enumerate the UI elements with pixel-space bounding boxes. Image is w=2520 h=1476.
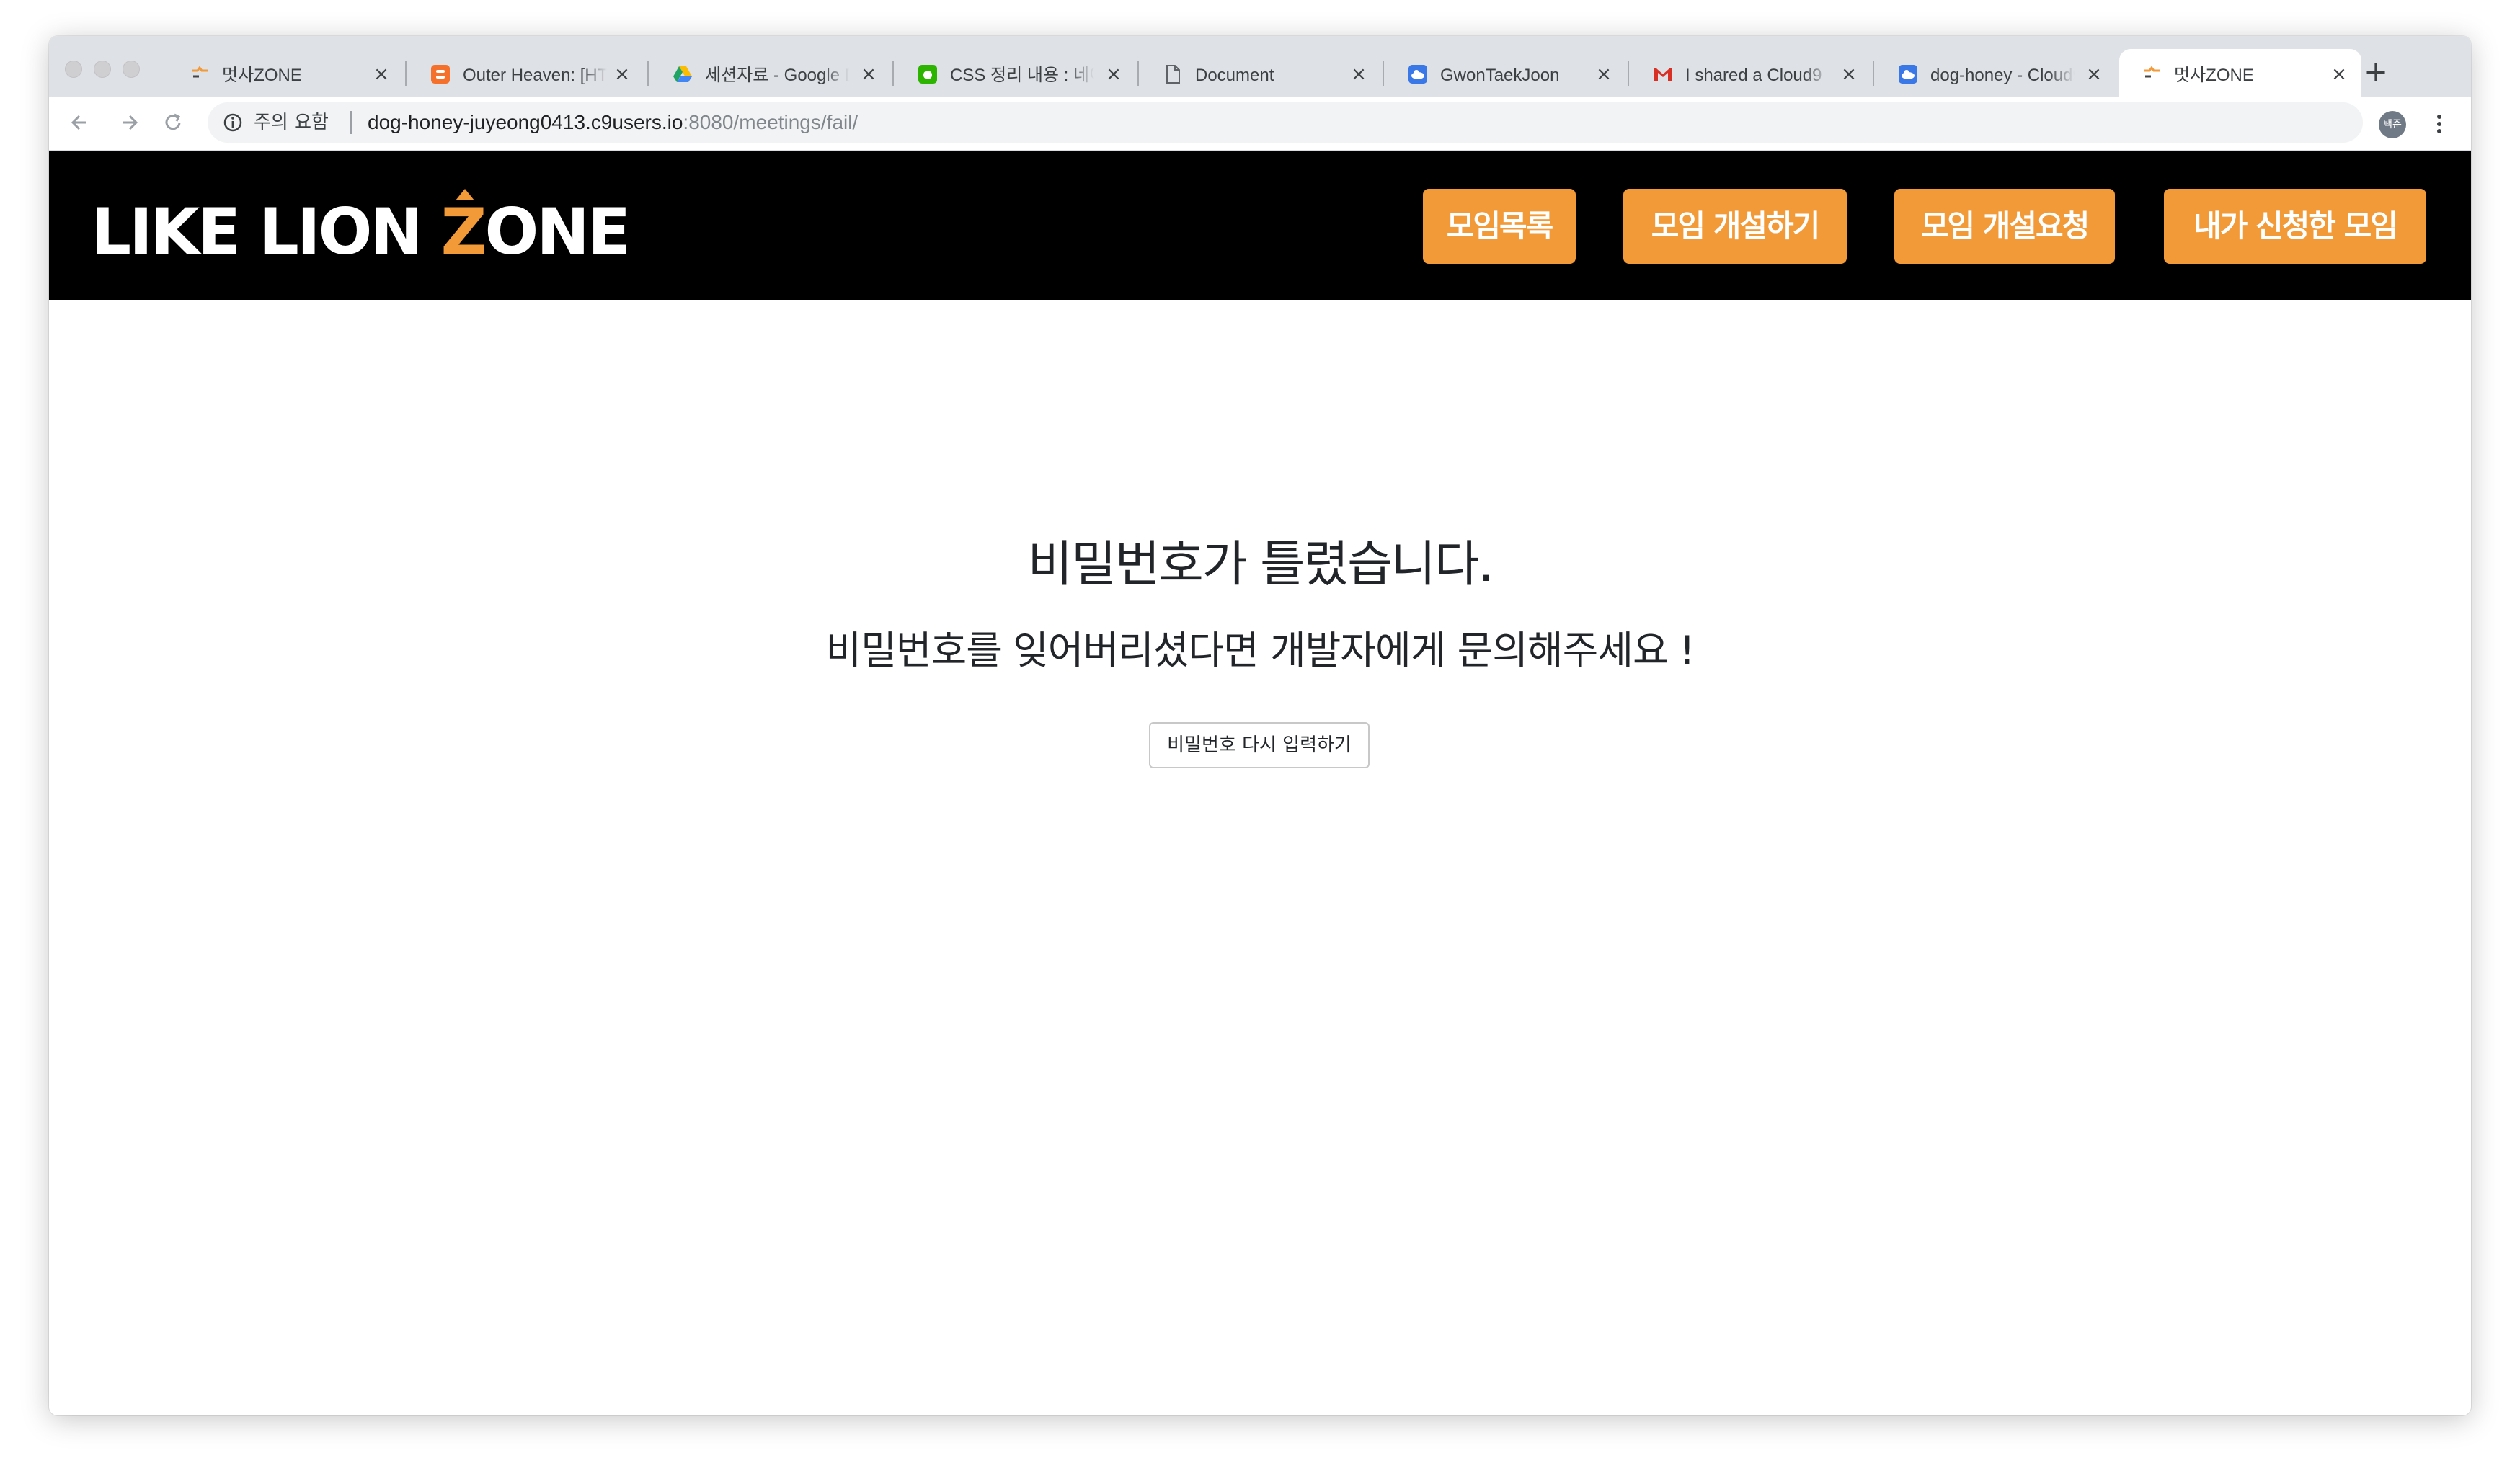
minimize-window-icon[interactable] <box>94 61 111 78</box>
tab-title: 멋사ZONE <box>222 66 302 85</box>
google-drive-favicon-icon <box>673 66 692 82</box>
tab-close-icon[interactable]: × <box>1838 63 1860 85</box>
error-subtitle: 비밀번호를 잊어버리셨다면 개발자에게 문의해주세요 ! <box>825 628 1695 673</box>
tab-title: CSS 정리 내용 : 네이버 <box>950 66 1094 85</box>
tab-divider <box>1383 61 1384 86</box>
blogger-favicon-icon <box>431 65 450 84</box>
nav-meeting-list[interactable]: 모임목록 <box>1423 189 1576 264</box>
tab-gwontaekjoon[interactable]: GwonTaekJoon × <box>1385 49 1626 97</box>
nav-my-meetings[interactable]: 내가 신청한 모임 <box>2164 189 2426 264</box>
new-tab-icon[interactable]: + <box>2361 58 2390 86</box>
logo-suffix: ONE <box>484 195 631 269</box>
security-warning[interactable]: 주의 요함 <box>254 110 329 135</box>
gmail-favicon-icon <box>1654 68 1672 81</box>
browser-window: 멋사ZONE × Outer Heaven: [HTML] × 세션자료 - G… <box>49 36 2471 1415</box>
omnibox-divider <box>350 111 352 134</box>
tab-outer-heaven[interactable]: Outer Heaven: [HTML] × <box>408 49 644 97</box>
tab-divider <box>405 61 407 86</box>
likelion-favicon-icon <box>192 66 208 78</box>
tab-divider <box>1628 61 1629 86</box>
tab-google-drive[interactable]: 세션자료 - Google Drive × <box>650 49 891 97</box>
logo-z-letter: Z <box>440 195 487 269</box>
tab-title: GwonTaekJoon <box>1440 66 1560 85</box>
nav-request-meeting[interactable]: 모임 개설요청 <box>1894 189 2115 264</box>
url-path: :8080/meetings/fail/ <box>683 111 859 133</box>
info-icon[interactable] <box>222 112 244 133</box>
back-arrow-icon[interactable] <box>65 107 97 138</box>
tab-title: Outer Heaven: [HTML] <box>463 66 607 85</box>
likelion-favicon-icon <box>2144 66 2160 78</box>
tab-strip: 멋사ZONE × Outer Heaven: [HTML] × 세션자료 - G… <box>49 36 2471 97</box>
site-logo[interactable]: LIKE LION ZONE <box>91 187 639 267</box>
reload-icon[interactable] <box>157 107 189 138</box>
document-favicon-icon <box>1166 65 1180 84</box>
tab-likelion-active[interactable]: 멋사ZONE × <box>2119 49 2361 97</box>
tab-close-icon[interactable]: × <box>2083 63 2105 85</box>
address-bar[interactable]: 주의 요함 dog-honey-juyeong0413.c9users.io:8… <box>208 102 2363 143</box>
tab-divider <box>1873 61 1874 86</box>
cloud9-favicon-icon <box>1408 65 1427 84</box>
tab-close-icon[interactable]: × <box>1348 63 1370 85</box>
tab-css-notes[interactable]: CSS 정리 내용 : 네이버 × <box>895 49 1136 97</box>
url-text[interactable]: dog-honey-juyeong0413.c9users.io:8080/me… <box>368 110 858 135</box>
tab-close-icon[interactable]: × <box>858 63 879 85</box>
tab-dog-honey[interactable]: dog-honey - Cloud9 × <box>1876 49 2116 97</box>
close-window-icon[interactable] <box>65 61 82 78</box>
tab-close-icon[interactable]: × <box>2328 63 2350 85</box>
tab-title: 세션자료 - Google Drive <box>705 66 849 85</box>
tab-title: Document <box>1195 66 1274 85</box>
more-menu-icon[interactable] <box>2426 111 2452 137</box>
cloud9-favicon-icon <box>1899 65 1917 84</box>
browser-toolbar: 주의 요함 dog-honey-juyeong0413.c9users.io:8… <box>49 97 2471 151</box>
nav-create-meeting[interactable]: 모임 개설하기 <box>1623 189 1847 264</box>
url-host: dog-honey-juyeong0413.c9users.io <box>368 111 683 133</box>
site-header: LIKE LION ZONE 모임목록 모임 개설하기 모임 개설요청 내가 신… <box>49 151 2471 300</box>
tab-likelion-1[interactable]: 멋사ZONE × <box>167 49 404 97</box>
tab-divider <box>892 61 894 86</box>
maximize-window-icon[interactable] <box>123 61 140 78</box>
retry-password-button[interactable]: 비밀번호 다시 입력하기 <box>1149 722 1370 768</box>
tab-close-icon[interactable]: × <box>371 63 392 85</box>
forward-arrow-icon[interactable] <box>112 107 144 138</box>
tab-divider <box>1137 61 1139 86</box>
tab-close-icon[interactable]: × <box>1103 63 1124 85</box>
logo-wordmark: LIKE LION ZONE <box>91 195 631 269</box>
tab-divider <box>647 61 649 86</box>
profile-avatar[interactable]: 택준 <box>2379 111 2406 138</box>
tab-title: I shared a Cloud9 <box>1685 66 1822 85</box>
error-title: 비밀번호가 틀렸습니다. <box>1027 536 1494 593</box>
tab-close-icon[interactable]: × <box>611 63 633 85</box>
green-app-favicon-icon <box>918 65 937 84</box>
tab-title: 멋사ZONE <box>2174 66 2254 85</box>
tab-close-icon[interactable]: × <box>1593 63 1615 85</box>
tab-gmail[interactable]: I shared a Cloud9 × <box>1631 49 1871 97</box>
logo-prefix: LIKE LION <box>91 195 441 269</box>
tab-title: dog-honey - Cloud9 <box>1930 66 2075 85</box>
tab-document[interactable]: Document × <box>1140 49 1381 97</box>
